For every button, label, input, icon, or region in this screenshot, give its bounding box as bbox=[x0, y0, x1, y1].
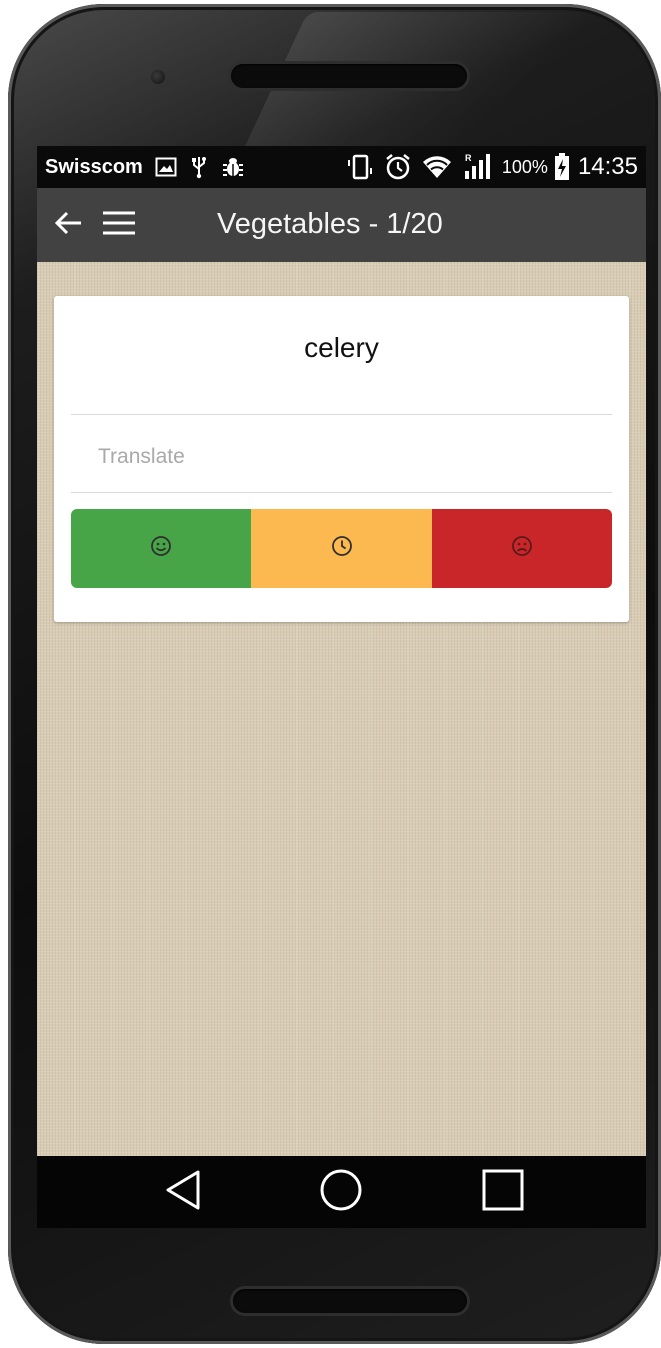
back-triangle-icon bbox=[163, 1169, 203, 1216]
screen: Swisscom R 100% 14:35 Vegetables - 1/20 … bbox=[37, 146, 646, 1228]
clock-time: 14:35 bbox=[577, 153, 638, 180]
flashcard: celery bbox=[54, 296, 629, 622]
menu-icon bbox=[102, 210, 136, 241]
menu-button[interactable] bbox=[97, 203, 141, 247]
smile-icon bbox=[150, 535, 172, 562]
back-arrow-icon bbox=[54, 210, 84, 241]
dont-know-button[interactable] bbox=[432, 509, 612, 588]
bug-icon bbox=[221, 156, 245, 178]
vibrate-icon bbox=[346, 154, 374, 180]
page-title: Vegetables - 1/20 bbox=[217, 208, 443, 240]
image-notification-icon bbox=[155, 157, 177, 177]
alarm-icon bbox=[384, 153, 412, 181]
back-button[interactable] bbox=[47, 203, 91, 247]
app-toolbar: Vegetables - 1/20 bbox=[37, 188, 646, 262]
usb-icon bbox=[191, 155, 207, 179]
divider-top bbox=[71, 414, 612, 415]
svg-text:R: R bbox=[465, 153, 472, 163]
know-button[interactable] bbox=[71, 509, 251, 588]
divider-bottom bbox=[71, 492, 612, 493]
battery-percent: 100% bbox=[501, 156, 548, 177]
home-circle-icon bbox=[319, 1168, 363, 1217]
nav-recents-button[interactable] bbox=[479, 1168, 527, 1216]
frown-icon bbox=[511, 535, 533, 562]
carrier-name: Swisscom bbox=[45, 155, 143, 178]
nav-home-button[interactable] bbox=[317, 1168, 365, 1216]
flashcard-word: celery bbox=[304, 332, 379, 363]
wifi-icon bbox=[422, 154, 452, 180]
front-camera bbox=[151, 70, 165, 84]
signal-icon: R bbox=[462, 153, 492, 181]
battery-charging-icon bbox=[554, 153, 570, 181]
status-bar: Swisscom R 100% 14:35 bbox=[37, 146, 646, 188]
nav-back-button[interactable] bbox=[159, 1168, 207, 1216]
clock-icon bbox=[331, 535, 353, 562]
system-nav-bar bbox=[37, 1156, 646, 1228]
translate-input[interactable] bbox=[71, 432, 612, 482]
content-area: celery bbox=[37, 262, 646, 1156]
bottom-speaker bbox=[233, 1289, 467, 1313]
rating-buttons bbox=[71, 509, 612, 588]
recents-square-icon bbox=[482, 1169, 524, 1216]
later-button[interactable] bbox=[251, 509, 432, 588]
top-speaker bbox=[231, 64, 467, 88]
